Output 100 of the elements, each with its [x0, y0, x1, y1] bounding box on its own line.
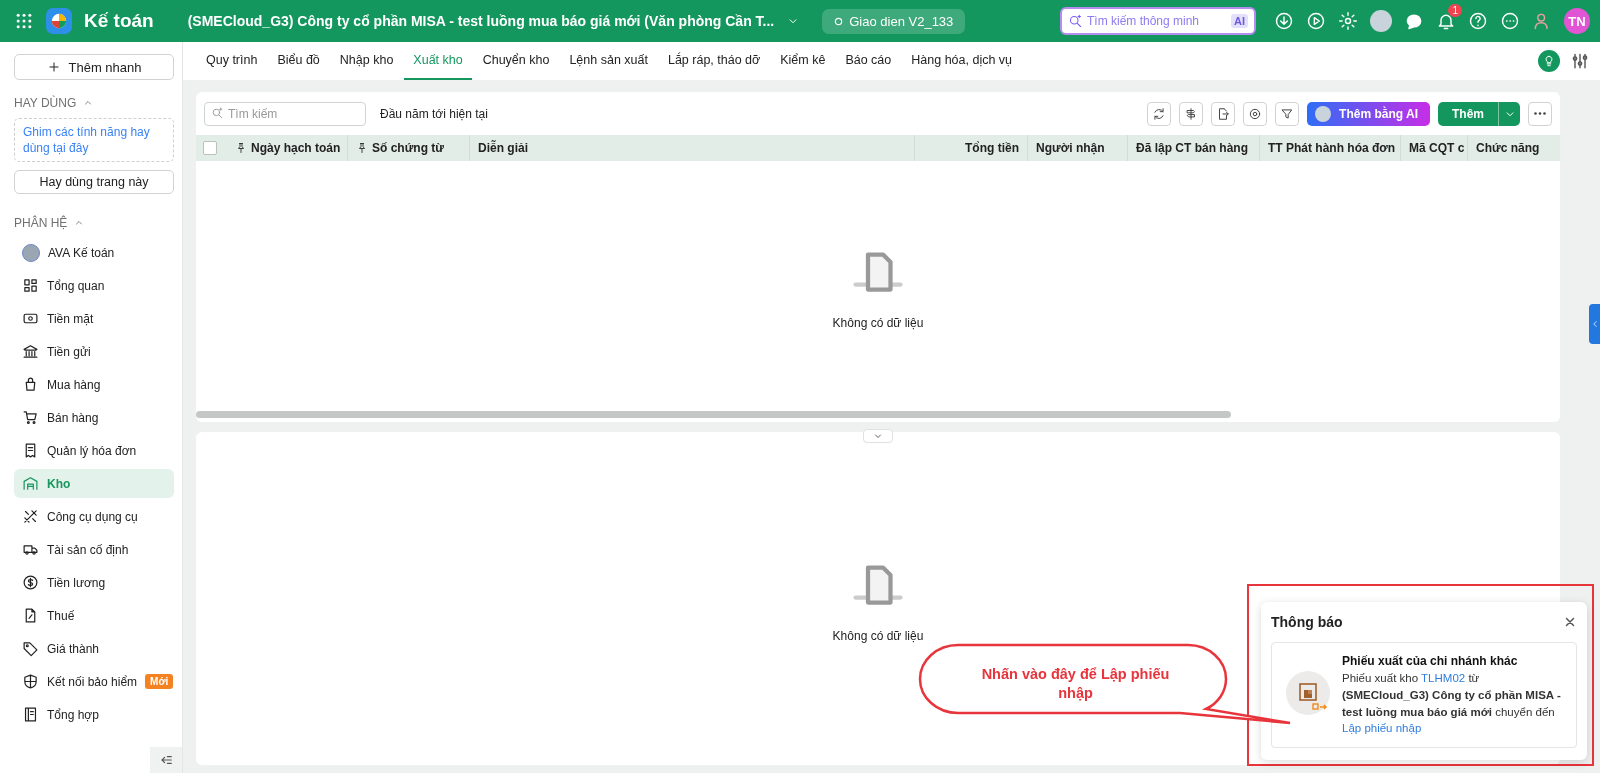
collapse-sidebar-button[interactable] — [150, 747, 182, 773]
add-button[interactable]: Thêm — [1438, 101, 1498, 126]
tab[interactable]: Nhập kho — [330, 42, 403, 80]
column-header[interactable]: Ngày hạch toán — [227, 135, 347, 161]
quick-add-button[interactable]: Thêm nhanh — [14, 54, 174, 80]
close-button[interactable] — [1563, 615, 1577, 629]
avatar-icon — [22, 243, 40, 262]
sidebar-item[interactable]: Tiền lương — [14, 568, 174, 598]
pin-icon — [356, 142, 368, 154]
smart-search-field[interactable]: Tìm kiếm thông minh AI — [1060, 7, 1256, 35]
empty-message: Không có dữ liệu — [832, 316, 924, 330]
sidebar-item[interactable]: Tiền mặt — [14, 304, 174, 334]
dollar-icon — [22, 574, 39, 592]
book-icon — [22, 706, 39, 724]
filter-icon — [1280, 106, 1295, 121]
sidebar-item[interactable]: Tài sản cố định — [14, 535, 174, 565]
sidebar-item[interactable]: AVA Kế toán — [14, 238, 174, 268]
user-avatar[interactable] — [1370, 10, 1392, 32]
app-title: Kế toán — [84, 10, 154, 32]
signpost-button[interactable] — [1179, 101, 1204, 126]
sidebar-item[interactable]: Thuế — [14, 601, 174, 631]
add-dropdown-button[interactable] — [1498, 101, 1520, 126]
more-icon[interactable] — [1500, 11, 1520, 31]
bank-icon — [22, 343, 39, 361]
notification-count: 1 — [1448, 4, 1462, 17]
company-name[interactable]: (SMECloud_G3) Công ty cổ phần MISA - test luồng mua báo giá mới (Văn phòng Cần T... — [187, 13, 775, 29]
tab[interactable]: Hàng hóa, dịch vụ — [902, 42, 1022, 80]
warehouse-icon — [22, 475, 39, 493]
more-icon — [1534, 112, 1546, 115]
version-badge: Giao dien V2_133 — [822, 8, 966, 34]
app-logo-icon — [46, 8, 72, 34]
sliders-icon[interactable] — [1570, 51, 1590, 71]
tab[interactable]: Báo cáo — [836, 42, 901, 80]
sidebar-item[interactable]: Bán hàng — [14, 403, 174, 433]
help-icon[interactable] — [1468, 11, 1488, 31]
favorites-hint: Ghim các tính năng hay dùng tại đây — [14, 118, 174, 163]
voucher-link[interactable]: TLHM02 — [1421, 672, 1466, 685]
tab[interactable]: Lệnh sản xuất — [560, 42, 657, 80]
settings-button[interactable] — [1243, 101, 1268, 126]
column-header[interactable]: TT Phát hành hóa đơn — [1259, 135, 1400, 161]
settings-icon[interactable] — [1338, 11, 1358, 31]
ai-search-icon — [1068, 13, 1083, 29]
tab[interactable]: Biểu đồ — [268, 42, 329, 80]
grid-icon — [22, 277, 39, 295]
tools-icon — [22, 508, 39, 526]
sidebar-item[interactable]: Giá thành — [14, 634, 174, 664]
notification-message: Phiếu xuất kho TLHM02 từ (SMECloud_G3) Công ty cổ phần MISA - test luồng mua báo giá mới chuyển đến — [1342, 671, 1562, 720]
column-header[interactable]: Diễn giải — [469, 135, 914, 161]
sidebar-item[interactable]: Tổng quan — [14, 271, 174, 301]
tab[interactable]: Chuyển kho — [473, 42, 559, 80]
horizontal-scrollbar[interactable] — [196, 411, 1231, 418]
sidebar-item[interactable]: Công cụ dụng cụ — [14, 502, 174, 532]
section-title: HAY DÙNG — [14, 96, 77, 110]
export-button[interactable] — [1211, 101, 1236, 126]
cart-icon — [22, 409, 39, 427]
play-icon[interactable] — [1306, 11, 1326, 31]
warehouse-transfer-icon — [1286, 671, 1330, 715]
column-header[interactable]: Người nhận — [1027, 135, 1127, 161]
sidebar-item[interactable]: Mua hàng — [14, 370, 174, 400]
create-receipt-link[interactable]: Lập phiếu nhập — [1342, 722, 1422, 735]
tag-icon — [22, 640, 39, 658]
add-with-ai-button[interactable]: Thêm bằng AI — [1307, 101, 1430, 126]
column-header[interactable]: Đã lập CT bán hàng — [1127, 135, 1259, 161]
more-button[interactable] — [1528, 101, 1552, 126]
sidebar-item[interactable]: Kết nối bảo hiểm Mới — [14, 667, 174, 697]
period-filter[interactable]: Đầu năm tới hiện tại — [380, 106, 488, 121]
refresh-icon — [1152, 106, 1167, 121]
callout-text: Nhấn vào đây để Lập phiếu nhập — [980, 665, 1171, 703]
tab[interactable]: Quy trình — [197, 42, 267, 80]
filter-button[interactable] — [1275, 101, 1300, 126]
refresh-button[interactable] — [1147, 101, 1172, 126]
ai-search-icon — [211, 107, 224, 120]
side-panel-toggle[interactable] — [1589, 304, 1600, 344]
tab[interactable]: Xuất kho — [404, 42, 472, 80]
column-header[interactable]: Số chứng từ — [347, 135, 469, 161]
tab[interactable]: Lắp ráp, tháo dỡ — [658, 42, 770, 80]
sidebar-item[interactable]: Quản lý hóa đơn — [14, 436, 174, 466]
pin-icon — [235, 142, 247, 154]
column-header[interactable]: Chức năng — [1467, 135, 1557, 161]
close-icon — [1563, 615, 1577, 629]
lightbulb-button[interactable] — [1538, 50, 1560, 72]
tab[interactable]: Kiểm kê — [771, 42, 835, 80]
notification-title: Thông báo — [1271, 614, 1343, 630]
settings-icon — [1248, 106, 1263, 121]
favorite-page-button[interactable]: Hay dùng trang này — [14, 170, 174, 195]
notification-heading: Phiếu xuất của chi nhánh khác — [1342, 653, 1519, 670]
section-title: PHÂN HỆ — [14, 216, 68, 231]
empty-message: Không có dữ liệu — [832, 628, 924, 643]
sidebar-item[interactable]: Tiền gửi — [14, 337, 174, 367]
apps-menu-icon[interactable] — [14, 11, 34, 31]
select-all-checkbox[interactable] — [203, 141, 217, 155]
sidebar-item[interactable]: Tổng hợp — [14, 700, 174, 730]
export-icon — [1216, 106, 1231, 121]
column-header[interactable]: Tổng tiền — [914, 135, 1027, 161]
collapse-button[interactable] — [863, 429, 893, 443]
shield-icon — [22, 673, 39, 691]
column-header[interactable]: Mã CQT c — [1400, 135, 1467, 161]
download-icon[interactable] — [1274, 11, 1294, 31]
new-badge: Mới — [145, 674, 174, 690]
plus-icon — [46, 60, 61, 74]
